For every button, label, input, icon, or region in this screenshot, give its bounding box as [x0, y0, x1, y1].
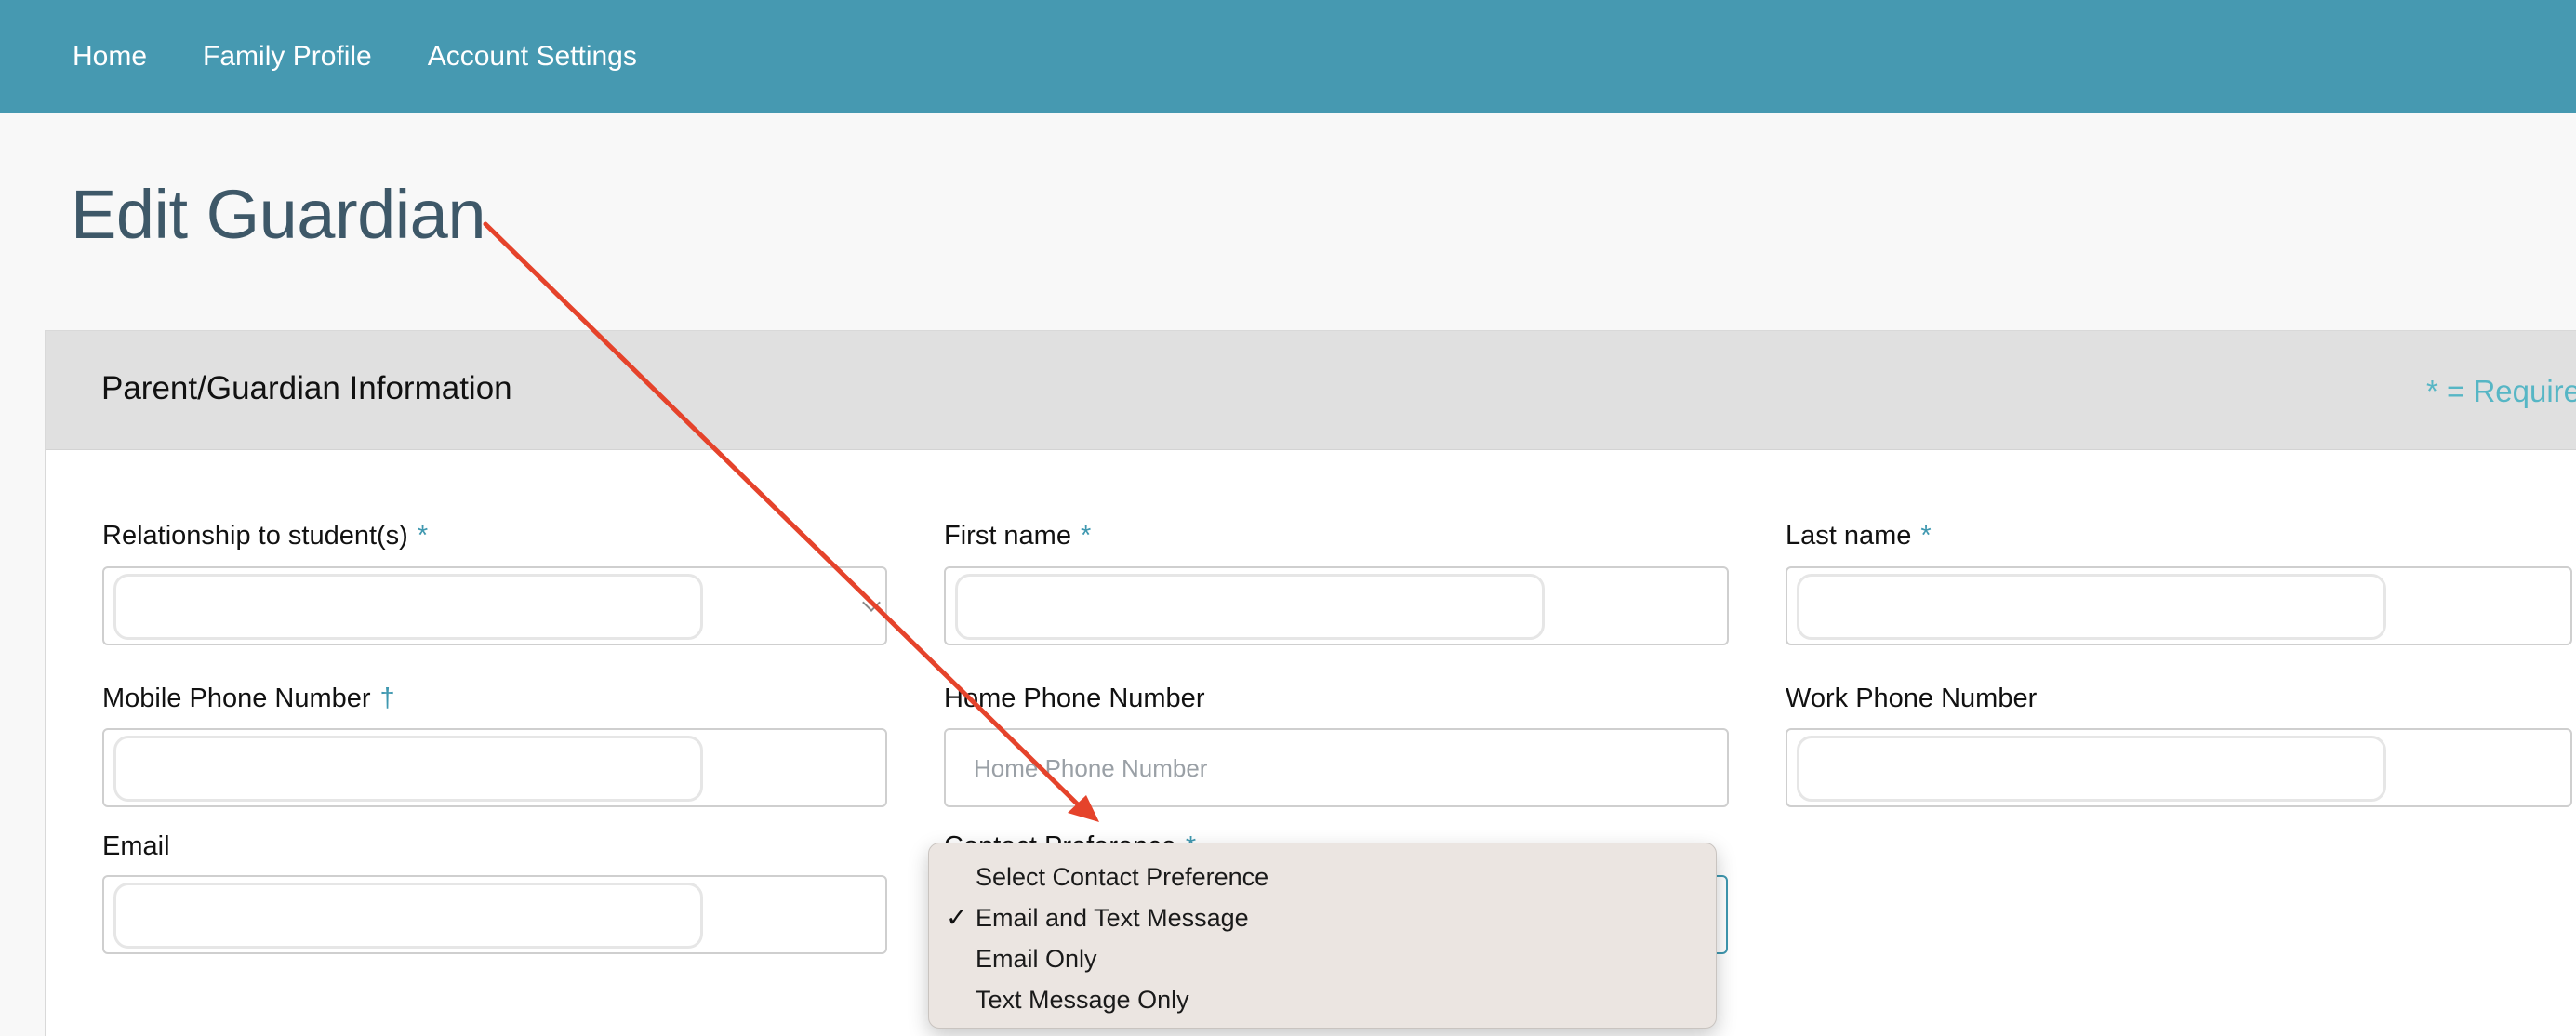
relationship-label-text: Relationship to student(s) [102, 521, 408, 551]
contact-preference-dropdown: Select Contact Preference ✓ Email and Te… [928, 843, 1717, 1029]
work-phone-input[interactable] [1786, 728, 2572, 807]
dropdown-option[interactable]: Text Message Only [929, 979, 1716, 1020]
dropdown-option-label: Email Only [976, 945, 1097, 973]
relationship-label: Relationship to student(s) * [102, 521, 428, 551]
panel-title: Parent/Guardian Information [101, 370, 512, 406]
home-phone-label: Home Phone Number [944, 684, 1205, 713]
page-title: Edit Guardian [71, 176, 486, 253]
home-phone-input[interactable]: Home Phone Number [944, 728, 1729, 807]
first-name-label-text: First name [944, 521, 1071, 551]
autofill-overlay [113, 574, 703, 640]
email-input[interactable] [102, 875, 887, 954]
home-phone-placeholder: Home Phone Number [974, 754, 1208, 782]
mobile-phone-label-text: Mobile Phone Number [102, 684, 371, 713]
first-name-input[interactable] [944, 566, 1729, 645]
autofill-overlay [1797, 574, 2386, 640]
mobile-phone-label: Mobile Phone Number † [102, 684, 395, 714]
required-asterisk: * [1080, 521, 1092, 551]
dropdown-option-label: Text Message Only [976, 986, 1189, 1014]
nav-home-link[interactable]: Home [73, 43, 147, 71]
dropdown-option[interactable]: Select Contact Preference [929, 857, 1716, 897]
top-navbar: Home Family Profile Account Settings [0, 0, 2576, 113]
relationship-select[interactable] [102, 566, 887, 645]
dropdown-option-selected[interactable]: ✓ Email and Text Message [929, 897, 1716, 938]
autofill-overlay [113, 883, 703, 949]
work-phone-label: Work Phone Number [1786, 684, 2038, 713]
email-label: Email [102, 831, 170, 861]
checkmark-icon: ✓ [946, 903, 968, 932]
last-name-input[interactable] [1786, 566, 2572, 645]
required-note: * = Required [2426, 374, 2576, 408]
last-name-label: Last name * [1786, 521, 1932, 551]
panel-header: Parent/Guardian Information * = Required [46, 331, 2576, 450]
required-asterisk: * [417, 521, 429, 551]
dropdown-option-label: Select Contact Preference [976, 863, 1269, 891]
first-name-label: First name * [944, 521, 1091, 551]
last-name-label-text: Last name [1786, 521, 1912, 551]
dropdown-option[interactable]: Email Only [929, 938, 1716, 979]
autofill-overlay [1797, 736, 2386, 802]
required-asterisk: * [1920, 521, 1932, 551]
nav-account-settings-link[interactable]: Account Settings [428, 43, 637, 71]
dagger-mark: † [379, 684, 395, 713]
mobile-phone-input[interactable] [102, 728, 887, 807]
dropdown-option-label: Email and Text Message [976, 904, 1249, 932]
nav-family-profile-link[interactable]: Family Profile [203, 43, 372, 71]
autofill-overlay [113, 736, 703, 802]
chevron-down-icon [862, 593, 881, 612]
autofill-overlay [955, 574, 1545, 640]
